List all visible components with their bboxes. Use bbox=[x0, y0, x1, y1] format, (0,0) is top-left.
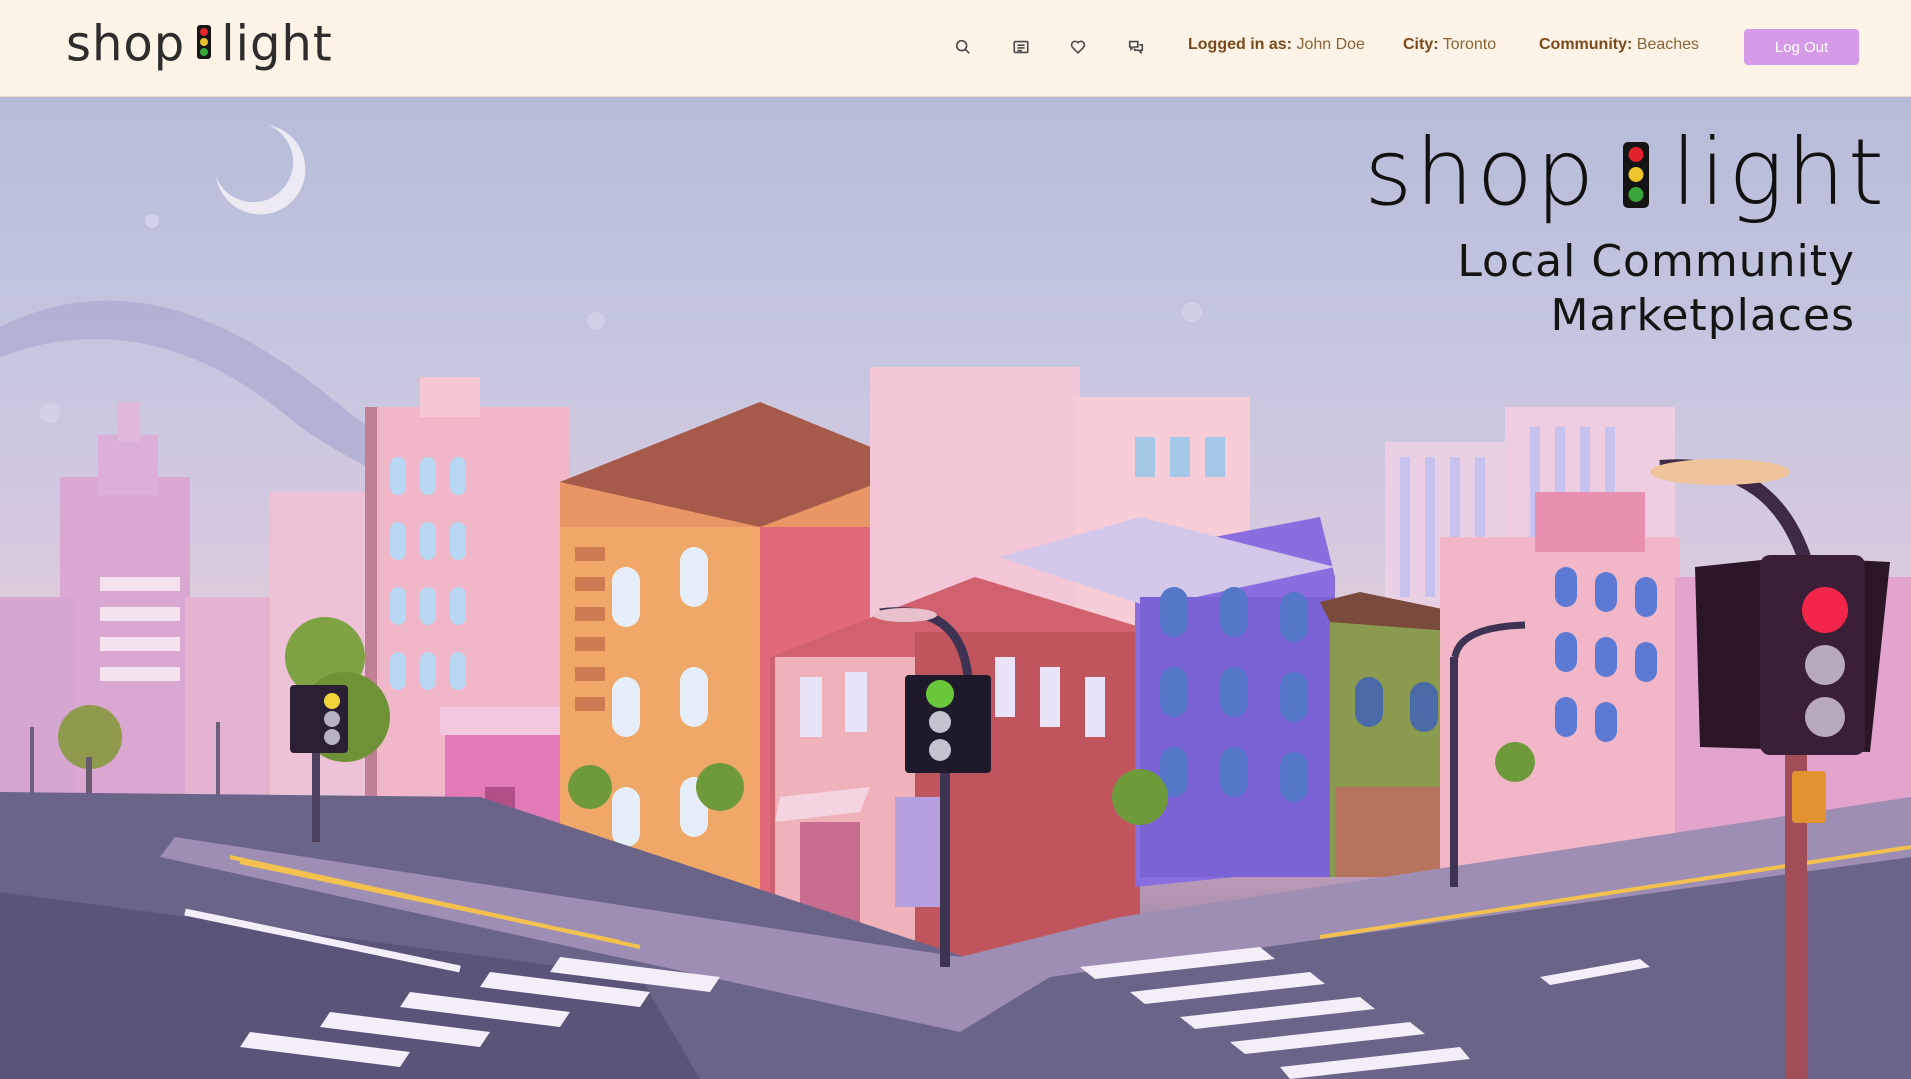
heart-icon[interactable] bbox=[1067, 36, 1089, 58]
top-navbar: shop light Logged in as: John Doe City: … bbox=[0, 0, 1911, 97]
hero-tagline: Local Community Marketplaces bbox=[1364, 235, 1887, 343]
logout-button[interactable]: Log Out bbox=[1744, 29, 1859, 65]
city-value: Toronto bbox=[1442, 36, 1497, 53]
logged-in-label: Logged in as: bbox=[1188, 36, 1292, 53]
chat-icon[interactable] bbox=[1125, 36, 1147, 58]
logged-in-user: John Doe bbox=[1296, 36, 1365, 53]
hero-tagline-line1: Local Community bbox=[1457, 236, 1855, 287]
hero-logo: shop light bbox=[1364, 127, 1887, 219]
hero-tagline-line2: Marketplaces bbox=[1550, 290, 1855, 341]
hero-logo-text-shop: shop bbox=[1364, 119, 1598, 226]
nav-bar: Logged in as: John Doe City: Toronto Com… bbox=[0, 0, 1911, 97]
city-info[interactable]: City: Toronto bbox=[1403, 36, 1496, 54]
community-label: Community: bbox=[1539, 36, 1633, 53]
list-icon[interactable] bbox=[1010, 36, 1032, 58]
logged-in-info: Logged in as: John Doe bbox=[1188, 36, 1365, 54]
moon-icon bbox=[216, 125, 306, 215]
community-value: Beaches bbox=[1636, 36, 1700, 53]
hero-branding: shop light Local Community Marketplaces bbox=[1364, 127, 1887, 343]
search-icon[interactable] bbox=[952, 36, 974, 58]
city-label: City: bbox=[1403, 36, 1439, 53]
hero-logo-text-light: light bbox=[1671, 119, 1887, 226]
traffic-light-icon bbox=[1623, 142, 1650, 208]
community-info[interactable]: Community: Beaches bbox=[1539, 36, 1699, 54]
hero-banner: shop light Local Community Marketplaces bbox=[0, 97, 1911, 1079]
